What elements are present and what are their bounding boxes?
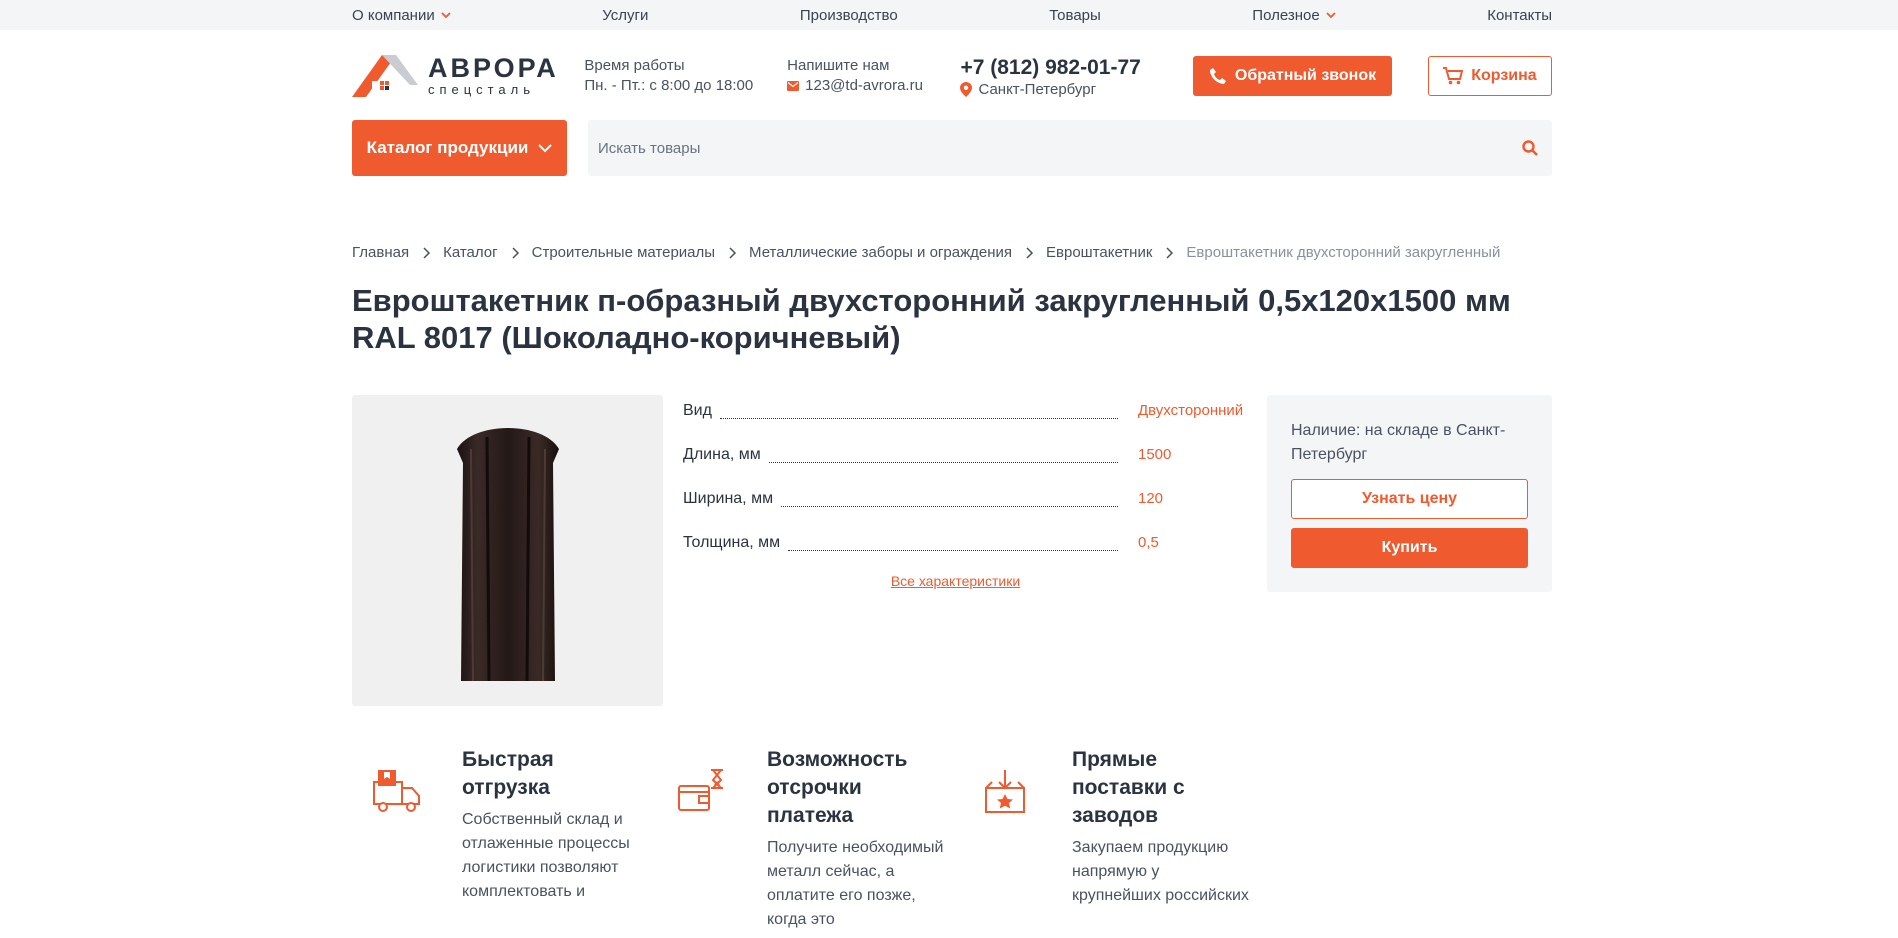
spec-row: Длина, мм 1500 (683, 421, 1248, 465)
breadcrumb-item-picket[interactable]: Евроштакетник (1046, 244, 1152, 261)
top-nav-useful[interactable]: Полезное (1252, 6, 1336, 24)
working-hours: Время работы Пн. - Пт.: с 8:00 до 18:00 (584, 56, 787, 96)
top-nav-useful-label: Полезное (1252, 6, 1320, 24)
product-card: Вид Двухсторонний Длина, мм 1500 Ширина,… (352, 395, 1552, 706)
spec-label: Ширина, мм (683, 490, 774, 507)
spec-value: 120 (1138, 490, 1164, 507)
availability-text: Наличие: на складе в Санкт-Петербург (1291, 422, 1506, 463)
top-nav-goods-label: Товары (1049, 6, 1101, 24)
spec-row: Вид Двухсторонний (683, 397, 1248, 421)
catalog-search-bar: Каталог продукции (352, 120, 1552, 176)
logo-house-icon (352, 55, 418, 97)
breadcrumb: Главная Каталог Строительные материалы М… (352, 244, 1552, 261)
chevron-right-icon (423, 246, 431, 259)
feature-description: Собственный склад и отлаженные процессы … (462, 811, 630, 900)
phone-block: +7 (812) 982-01-77 Санкт-Петербург (960, 55, 1175, 98)
top-nav-contacts[interactable]: Контакты (1487, 7, 1552, 24)
chevron-down-icon (441, 12, 451, 19)
city-label[interactable]: Санкт-Петербург (978, 81, 1096, 98)
top-nav-production-label: Производство (799, 6, 898, 24)
feature-title: Возможность отсрочки платежа (767, 748, 908, 827)
spec-leader (788, 550, 1118, 551)
feature-description: Закупаем продукцию напрямую у крупнейших… (1072, 839, 1249, 904)
all-specs-link[interactable]: Все характеристики (683, 573, 1228, 589)
features: Быстрая отгрузка Собственный склад и отл… (352, 746, 1552, 932)
cart-button[interactable]: Корзина (1427, 56, 1553, 96)
top-nav-services[interactable]: Услуги (602, 7, 648, 24)
feature-item: Возможность отсрочки платежа Получите не… (657, 746, 962, 932)
top-nav-company-label: О компании (352, 6, 435, 24)
chevron-right-icon (512, 246, 519, 259)
top-nav-production[interactable]: Производство (800, 7, 898, 24)
spec-leader (781, 506, 1118, 507)
spec-value: Двухсторонний (1138, 402, 1244, 419)
contact-mail: Напишите нам 123@td-avrora.ru (787, 56, 960, 96)
mail-label: Напишите нам (787, 57, 890, 74)
logo-subtitle: спецсталь (428, 82, 535, 97)
chevron-right-icon (1166, 246, 1174, 259)
cart-icon (1443, 67, 1464, 85)
feature-title: Прямые поставки с заводов (1072, 748, 1185, 827)
hours-value: Пн. - Пт.: с 8:00 до 18:00 (584, 77, 754, 94)
spec-value: 1500 (1138, 446, 1172, 463)
spec-label: Толщина, мм (683, 534, 781, 551)
location-pin-icon (960, 81, 973, 97)
breadcrumb-item-fences[interactable]: Металлические заборы и ограждения (749, 244, 1012, 261)
chevron-down-icon (538, 144, 553, 153)
spec-row: Толщина, мм 0,5 (683, 509, 1248, 553)
page-title: Евроштакетник п-образный двухсторонний з… (352, 283, 1511, 355)
catalog-button[interactable]: Каталог продукции (352, 120, 567, 176)
top-nav-goods[interactable]: Товары (1049, 7, 1101, 24)
search-icon[interactable] (1522, 140, 1538, 156)
callback-label: Обратный звонок (1234, 67, 1377, 84)
search-input[interactable] (598, 139, 1522, 157)
callback-button[interactable]: Обратный звонок (1193, 56, 1392, 96)
feature-item: Быстрая отгрузка Собственный склад и отл… (352, 746, 657, 932)
top-nav-services-label: Услуги (602, 6, 649, 24)
buy-button[interactable]: Купить (1291, 528, 1528, 568)
mail-link[interactable]: 123@td-avrora.ru (805, 76, 923, 96)
catalog-label: Каталог продукции (366, 138, 529, 157)
top-nav-company[interactable]: О компании (352, 7, 451, 24)
picket-image (456, 427, 559, 681)
chevron-down-icon (1326, 12, 1336, 19)
product-specs: Вид Двухсторонний Длина, мм 1500 Ширина,… (683, 395, 1248, 706)
site-header: АВРОРА спецсталь Время работы Пн. - Пт.:… (352, 40, 1553, 112)
breadcrumb-item-catalog[interactable]: Каталог (443, 244, 498, 261)
feature-description: Получите необходимый металл сейчас, а оп… (767, 839, 944, 928)
chevron-right-icon (1026, 246, 1034, 259)
feature-item: Прямые поставки с заводов Закупаем проду… (962, 746, 1267, 932)
logo-name: АВРОРА (428, 53, 559, 83)
phone-number[interactable]: +7 (812) 982-01-77 (960, 55, 1175, 81)
logo[interactable]: АВРОРА спецсталь (352, 51, 584, 101)
wallet-hourglass-icon (678, 769, 723, 811)
search-box (588, 120, 1552, 176)
product-image[interactable] (352, 395, 663, 706)
phone-icon (1209, 68, 1226, 84)
chevron-right-icon (729, 246, 737, 259)
spec-leader (768, 462, 1118, 463)
spec-value: 0,5 (1138, 534, 1159, 551)
buy-box: Наличие: на складе в Санкт-Петербург Узн… (1267, 395, 1552, 592)
breadcrumb-item-building-materials[interactable]: Строительные материалы (532, 244, 715, 261)
delivery-truck-icon (373, 770, 420, 812)
spec-label: Вид (683, 402, 712, 419)
box-star-icon (985, 770, 1025, 813)
hours-label: Время работы (584, 57, 685, 74)
feature-title: Быстрая отгрузка (462, 748, 554, 799)
spec-leader (719, 418, 1118, 419)
breadcrumb-item-home[interactable]: Главная (352, 244, 409, 261)
breadcrumb-item-current: Евроштакетник двухсторонний закругленный (1186, 244, 1501, 261)
spec-label: Длина, мм (683, 446, 761, 463)
cart-label: Корзина (1471, 67, 1537, 84)
envelope-icon (787, 81, 800, 91)
spec-row: Ширина, мм 120 (683, 465, 1248, 509)
get-price-button[interactable]: Узнать цену (1291, 479, 1528, 519)
top-nav-contacts-label: Контакты (1487, 6, 1552, 24)
top-nav: О компании Услуги Производство Товары По… (352, 0, 1552, 30)
